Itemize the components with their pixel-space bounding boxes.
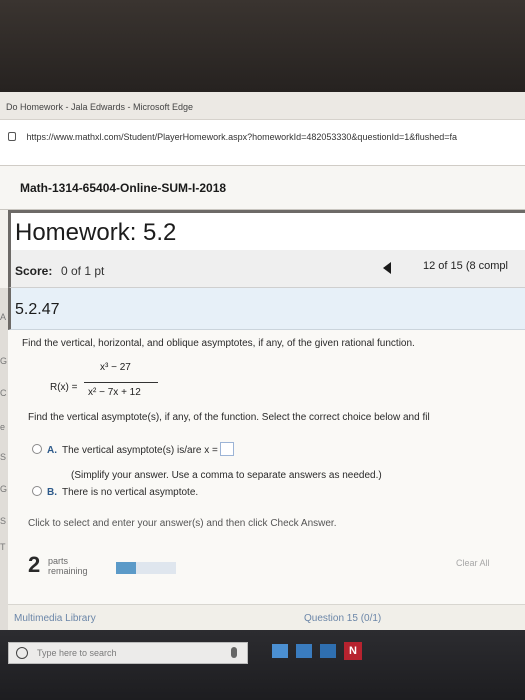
edge-icon[interactable] <box>296 644 312 658</box>
window-title: Do Homework - Jala Edwards - Microsoft E… <box>6 102 194 112</box>
url-text[interactable]: https://www.mathxl.com/Student/PlayerHom… <box>27 132 458 142</box>
previous-question-icon[interactable] <box>383 262 391 274</box>
help-message: Click to select and enter your answer(s)… <box>28 518 337 529</box>
footer-bar: Multimedia Library Question 15 (0/1) <box>8 604 525 630</box>
lock-icon <box>8 132 16 141</box>
choice-a[interactable]: A. The vertical asymptote(s) is/are x = <box>32 442 234 456</box>
choice-a-hint: (Simplify your answer. Use a comma to se… <box>71 470 382 481</box>
course-name: Math-1314-65404-Online-SUM-I-2018 <box>20 181 227 195</box>
function-denominator: x² − 7x + 12 <box>88 387 141 398</box>
choice-b[interactable]: B. There is no vertical asymptote. <box>32 486 198 498</box>
function-name: R(x) = <box>50 382 78 393</box>
choice-b-text: There is no vertical asymptote. <box>62 487 199 498</box>
edge-letter: S <box>0 452 7 462</box>
score-label: Score: <box>15 264 53 278</box>
cortana-circle-icon <box>16 647 28 659</box>
taskbar-search-box[interactable]: Type here to search <box>8 642 248 664</box>
parts-remaining-label: parts remaining <box>48 556 88 576</box>
task-view-icon[interactable] <box>272 644 288 658</box>
homework-header: Homework: 5.2 <box>8 210 525 250</box>
app-n-icon[interactable]: N <box>344 642 362 660</box>
choice-a-text: The vertical asymptote(s) is/are x = <box>62 445 218 456</box>
parts-remaining-count: 2 <box>28 552 41 577</box>
sub-instruction: Find the vertical asymptote(s), if any, … <box>28 412 430 423</box>
remaining-label: remaining <box>48 566 88 576</box>
score-value: 0 of 1 pt <box>61 264 105 278</box>
homework-title: Homework: 5.2 <box>15 219 177 246</box>
progress-bar <box>116 562 176 574</box>
taskbar-search-placeholder: Type here to search <box>37 648 117 658</box>
question-status-link[interactable]: Question 15 (0/1) <box>304 613 381 624</box>
multimedia-library-link[interactable]: Multimedia Library <box>14 613 96 624</box>
question-content: Find the vertical, horizontal, and obliq… <box>8 330 525 630</box>
parts-label: parts <box>48 556 69 566</box>
problem-instruction: Find the vertical, horizontal, and obliq… <box>22 338 415 349</box>
edge-letter: A <box>0 312 7 322</box>
edge-letter: C <box>0 388 7 398</box>
address-bar[interactable]: https://www.mathxl.com/Student/PlayerHom… <box>0 120 525 166</box>
edge-letter: G <box>0 356 8 366</box>
function-numerator: x³ − 27 <box>100 362 131 373</box>
choice-b-radio[interactable] <box>32 486 42 496</box>
window-titlebar: Do Homework - Jala Edwards - Microsoft E… <box>0 92 525 120</box>
left-panel-edge: A G C e S G S T <box>0 288 8 630</box>
edge-letter: G <box>0 484 8 494</box>
score-bar: Score: 0 of 1 pt 12 of 15 (8 compl <box>8 250 525 288</box>
question-position-dropdown[interactable]: 12 of 15 (8 compl <box>423 260 508 272</box>
microphone-icon[interactable] <box>231 647 237 658</box>
edge-letter: e <box>0 422 6 432</box>
course-header: Math-1314-65404-Online-SUM-I-2018 <box>0 166 525 210</box>
clear-all-button[interactable]: Clear All <box>456 558 490 568</box>
edge-letter: S <box>0 516 7 526</box>
problem-number: 5.2.47 <box>15 301 60 318</box>
fraction-bar <box>84 382 158 383</box>
choice-b-letter: B. <box>47 487 57 498</box>
file-explorer-icon[interactable] <box>320 644 336 658</box>
edge-letter: T <box>0 542 6 552</box>
laptop-bezel <box>0 0 525 92</box>
progress-bar-fill <box>116 562 136 574</box>
windows-taskbar: Type here to search N <box>0 630 525 700</box>
screen: Do Homework - Jala Edwards - Microsoft E… <box>0 92 525 700</box>
problem-number-bar: 5.2.47 <box>8 288 525 330</box>
vertical-asymptote-input[interactable] <box>219 442 234 456</box>
choice-a-radio[interactable] <box>32 444 42 454</box>
choice-a-letter: A. <box>47 445 57 456</box>
